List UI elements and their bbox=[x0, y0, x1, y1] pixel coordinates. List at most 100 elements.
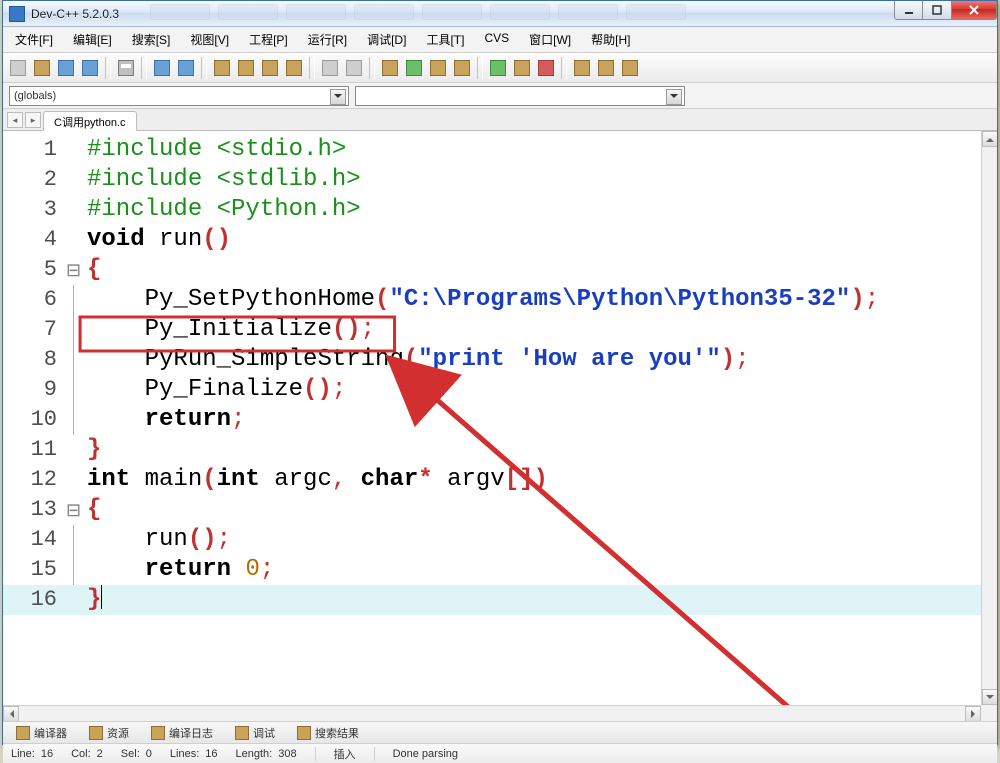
check-button[interactable] bbox=[487, 57, 509, 79]
menu-6[interactable]: 调试[D] bbox=[361, 29, 412, 50]
code-line[interactable]: 13⊟{ bbox=[3, 495, 981, 525]
back-button[interactable] bbox=[319, 57, 341, 79]
fold-gutter[interactable] bbox=[65, 525, 81, 555]
new-file-button[interactable] bbox=[7, 57, 29, 79]
menu-2[interactable]: 搜索[S] bbox=[126, 29, 177, 50]
code-line[interactable]: 6 Py_SetPythonHome("C:\Programs\Python\P… bbox=[3, 285, 981, 315]
scroll-left-button[interactable] bbox=[3, 706, 19, 721]
undo-button[interactable] bbox=[151, 57, 173, 79]
fold-gutter[interactable]: ⊟ bbox=[65, 495, 81, 527]
code-text[interactable]: Py_Finalize(); bbox=[81, 375, 346, 405]
goto-line-button[interactable] bbox=[283, 57, 305, 79]
replace-button[interactable] bbox=[259, 57, 281, 79]
code-line[interactable]: 8 PyRun_SimpleString("print 'How are you… bbox=[3, 345, 981, 375]
code-text[interactable]: { bbox=[81, 495, 101, 525]
fold-gutter[interactable] bbox=[65, 555, 81, 585]
code-editor[interactable]: 1#include <stdio.h>2#include <stdlib.h>3… bbox=[3, 131, 997, 721]
panel-tab-0[interactable]: 编译器 bbox=[9, 722, 74, 744]
tab-scroll-right[interactable]: ▸ bbox=[25, 112, 41, 128]
code-text[interactable]: run(); bbox=[81, 525, 231, 555]
code-line[interactable]: 3#include <Python.h> bbox=[3, 195, 981, 225]
code-line[interactable]: 11} bbox=[3, 435, 981, 465]
vertical-scrollbar[interactable] bbox=[981, 131, 997, 705]
menu-8[interactable]: CVS bbox=[478, 29, 515, 50]
menu-3[interactable]: 视图[V] bbox=[184, 29, 235, 50]
next-bookmark-button[interactable] bbox=[595, 57, 617, 79]
run-button[interactable] bbox=[403, 57, 425, 79]
code-line[interactable]: 2#include <stdlib.h> bbox=[3, 165, 981, 195]
tab-scroll-left[interactable]: ◂ bbox=[7, 112, 23, 128]
toolbar-separator bbox=[201, 57, 207, 79]
minimize-button[interactable] bbox=[894, 1, 923, 20]
menu-4[interactable]: 工程[P] bbox=[243, 29, 294, 50]
code-line[interactable]: 5⊟{ bbox=[3, 255, 981, 285]
fold-gutter[interactable] bbox=[65, 375, 81, 405]
print-button[interactable] bbox=[115, 57, 137, 79]
code-text[interactable]: Py_Initialize(); bbox=[81, 315, 375, 345]
code-line[interactable]: 12int main(int argc, char* argv[]) bbox=[3, 465, 981, 495]
menu-7[interactable]: 工具[T] bbox=[420, 29, 470, 50]
panel-tab-4[interactable]: 搜索结果 bbox=[290, 722, 366, 744]
fold-gutter[interactable]: ⊟ bbox=[65, 255, 81, 287]
code-text[interactable]: return; bbox=[81, 405, 245, 435]
chart-button[interactable] bbox=[511, 57, 533, 79]
menu-9[interactable]: 窗口[W] bbox=[523, 29, 577, 50]
code-text[interactable]: { bbox=[81, 255, 101, 285]
panel-tab-3[interactable]: 调试 bbox=[228, 722, 282, 744]
code-line[interactable]: 4void run() bbox=[3, 225, 981, 255]
code-text[interactable]: void run() bbox=[81, 225, 231, 255]
replace-icon bbox=[262, 60, 278, 76]
code-text[interactable]: Py_SetPythonHome("C:\Programs\Python\Pyt… bbox=[81, 285, 879, 315]
file-tab[interactable]: C调用python.c bbox=[43, 111, 137, 131]
code-text[interactable]: #include <Python.h> bbox=[81, 195, 361, 225]
chevron-down-icon[interactable] bbox=[666, 89, 682, 105]
code-text[interactable]: #include <stdio.h> bbox=[81, 135, 346, 165]
code-line[interactable]: 15 return 0; bbox=[3, 555, 981, 585]
code-text[interactable]: #include <stdlib.h> bbox=[81, 165, 361, 195]
code-line[interactable]: 1#include <stdio.h> bbox=[3, 135, 981, 165]
menu-5[interactable]: 运行[R] bbox=[302, 29, 353, 50]
fold-gutter[interactable] bbox=[65, 405, 81, 435]
redo-button[interactable] bbox=[175, 57, 197, 79]
code-line[interactable]: 9 Py_Finalize(); bbox=[3, 375, 981, 405]
menu-0[interactable]: 文件[F] bbox=[9, 29, 59, 50]
chevron-down-icon[interactable] bbox=[330, 89, 346, 105]
save-all-button[interactable] bbox=[79, 57, 101, 79]
code-text[interactable]: } bbox=[81, 585, 102, 615]
horizontal-scrollbar[interactable] bbox=[3, 705, 981, 721]
compile-button[interactable] bbox=[379, 57, 401, 79]
save-button[interactable] bbox=[55, 57, 77, 79]
code-line[interactable]: 7 Py_Initialize(); bbox=[3, 315, 981, 345]
scroll-up-button[interactable] bbox=[982, 131, 997, 147]
member-combo[interactable] bbox=[355, 86, 685, 106]
scroll-right-button[interactable] bbox=[965, 706, 981, 721]
scope-combo[interactable]: (globals) bbox=[9, 86, 349, 106]
fold-gutter[interactable] bbox=[65, 345, 81, 375]
forward-button[interactable] bbox=[343, 57, 365, 79]
code-line[interactable]: 10 return; bbox=[3, 405, 981, 435]
code-text[interactable]: } bbox=[81, 435, 101, 465]
code-line[interactable]: 14 run(); bbox=[3, 525, 981, 555]
code-text[interactable]: PyRun_SimpleString("print 'How are you'"… bbox=[81, 345, 750, 375]
maximize-button[interactable] bbox=[923, 1, 952, 20]
fold-gutter[interactable] bbox=[65, 315, 81, 345]
find-in-files-button[interactable] bbox=[235, 57, 257, 79]
fold-gutter[interactable] bbox=[65, 285, 81, 315]
menu-10[interactable]: 帮助[H] bbox=[585, 29, 636, 50]
panel-tab-2[interactable]: 编译日志 bbox=[144, 722, 220, 744]
panel-tab-1[interactable]: 资源 bbox=[82, 722, 136, 744]
bookmarks-button[interactable] bbox=[619, 57, 641, 79]
menu-1[interactable]: 编辑[E] bbox=[67, 29, 118, 50]
toggle-bookmark-button[interactable] bbox=[571, 57, 593, 79]
find-button[interactable] bbox=[211, 57, 233, 79]
code-text[interactable]: return 0; bbox=[81, 555, 274, 585]
titlebar[interactable]: Dev-C++ 5.2.0.3 bbox=[3, 1, 997, 27]
open-button[interactable] bbox=[31, 57, 53, 79]
compile-run-button[interactable] bbox=[427, 57, 449, 79]
build-all-button[interactable] bbox=[451, 57, 473, 79]
scroll-down-button[interactable] bbox=[982, 689, 997, 705]
close-button[interactable] bbox=[952, 1, 997, 20]
delete-x-button[interactable] bbox=[535, 57, 557, 79]
code-line[interactable]: 16} bbox=[3, 585, 981, 615]
code-text[interactable]: int main(int argc, char* argv[]) bbox=[81, 465, 548, 495]
